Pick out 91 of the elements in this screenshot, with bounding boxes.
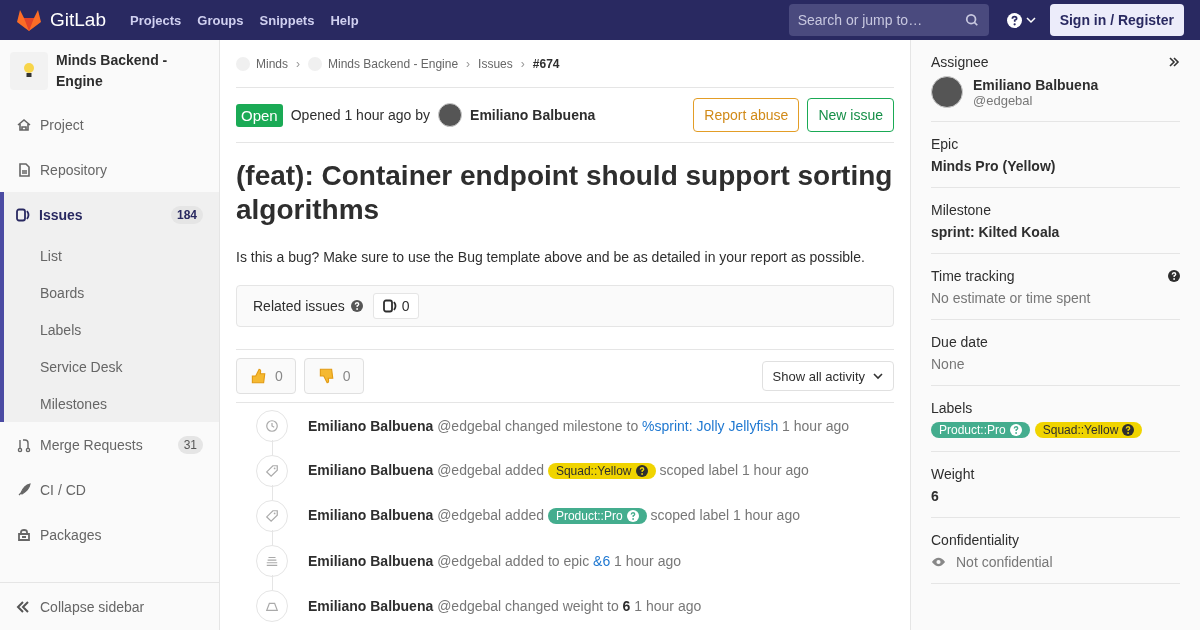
breadcrumb-separator: › xyxy=(296,56,300,71)
block-title: Assignee xyxy=(931,54,989,70)
project-name[interactable]: Minds Backend - Engine xyxy=(56,50,209,92)
block-value: sprint: Kilted Koala xyxy=(931,224,1061,240)
lightbulb-avatar-icon xyxy=(10,52,48,90)
status-badge: Open xyxy=(236,103,283,127)
block-title: Due date xyxy=(931,334,988,350)
block-value: Not confidential xyxy=(956,554,1053,570)
scoped-label[interactable]: Squad::Yellow xyxy=(547,463,656,479)
tag-icon xyxy=(256,499,288,532)
breadcrumb-link[interactable]: Minds Backend - Engine xyxy=(328,56,459,71)
nav-link[interactable]: Help xyxy=(330,12,359,28)
caret-icon xyxy=(873,372,883,380)
block-title: Confidentiality xyxy=(931,532,1019,548)
doc-icon xyxy=(16,161,32,178)
breadcrumb-link[interactable]: Minds xyxy=(256,56,288,71)
activity-link[interactable]: %sprint: Jolly Jellyfish xyxy=(642,417,779,434)
sidebar-subitem[interactable]: Service Desk xyxy=(4,348,219,385)
block-value: Minds Pro (Yellow) xyxy=(931,158,1057,174)
sidebar-item[interactable]: Merge Requests 31 xyxy=(0,422,219,467)
breadcrumb-current[interactable]: #674 xyxy=(532,56,560,71)
package-icon xyxy=(16,526,32,543)
block-title: Weight xyxy=(931,466,975,482)
home-icon xyxy=(16,116,32,133)
activity-note: Emiliano Balbuena @edgebal changed milestone to %sprint: Jolly Jellyfish 1 hour ago xyxy=(308,417,850,434)
activity-note: Emiliano Balbuena @edgebal changed weight to 6 1 hour ago xyxy=(308,597,702,614)
breadcrumb-link[interactable]: Issues xyxy=(478,56,513,71)
block-value: No estimate or time spent xyxy=(931,290,1092,306)
fox-logo-icon[interactable] xyxy=(16,8,42,32)
issue-description: Is this a bug? Make sure to use the Bug template above and be as detailed in your report as possible. xyxy=(236,249,866,265)
epic-icon xyxy=(256,544,288,577)
action-button[interactable]: New issue xyxy=(807,98,894,132)
scoped-label[interactable]: Squad::Yellow xyxy=(1034,422,1143,438)
sidebar-item[interactable]: CI / CD xyxy=(0,467,219,512)
sidebar-subitem[interactable]: Milestones xyxy=(4,385,219,422)
assignee-handle: @edgebal xyxy=(973,92,1034,108)
tag-icon xyxy=(256,454,288,487)
activity-note: Emiliano Balbuena @edgebal added Product::Pro scoped label 1 hour ago xyxy=(308,507,800,524)
help-icon[interactable] xyxy=(1122,424,1135,436)
sidebar-item[interactable]: Issues 184 xyxy=(4,192,219,237)
activity-note: Emiliano Balbuena @edgebal added to epic &6 1 hour ago xyxy=(308,552,681,569)
sidebar-item[interactable]: Project xyxy=(0,102,219,147)
clock-icon xyxy=(256,409,288,442)
eye-icon xyxy=(931,556,946,568)
sidebar-item[interactable]: Repository xyxy=(0,147,219,192)
sign-in-button[interactable]: Sign in / Register xyxy=(1049,4,1184,36)
related-count[interactable]: 0 xyxy=(372,293,419,319)
thumbs-up-icon xyxy=(249,367,267,385)
nav-link[interactable]: Snippets xyxy=(259,12,315,28)
sidebar-item[interactable]: Packages xyxy=(0,512,219,557)
expand-icon[interactable] xyxy=(1168,56,1180,68)
breadcrumb-separator: › xyxy=(466,56,471,71)
issue-title: (feat): Container endpoint should support sorting algorithms xyxy=(236,159,894,227)
block-title: Time tracking xyxy=(931,268,1015,284)
nav-link[interactable]: Projects xyxy=(130,12,182,28)
opened-text: Opened 1 hour ago by xyxy=(290,107,431,123)
block-value: 6 xyxy=(931,488,940,504)
avatar-icon xyxy=(931,76,963,108)
merge-icon xyxy=(16,436,32,453)
block-title: Epic xyxy=(931,136,959,152)
activity-note: Emiliano Balbuena @edgebal added Squad::Yellow scoped label 1 hour ago xyxy=(308,462,809,479)
brand-name[interactable]: GitLab xyxy=(50,9,106,31)
reaction-button[interactable]: 0 xyxy=(236,358,296,394)
sidebar-subitem[interactable]: Labels xyxy=(4,311,219,348)
block-title: Milestone xyxy=(931,202,991,218)
reaction-button[interactable]: 0 xyxy=(303,358,364,394)
count-badge: 184 xyxy=(170,205,203,224)
assignee-name[interactable]: Emiliano Balbuena xyxy=(973,76,1099,93)
help-icon[interactable] xyxy=(1168,270,1180,282)
help-icon[interactable] xyxy=(350,300,363,312)
activity-filter-dropdown[interactable]: Show all activity xyxy=(761,361,894,391)
help-icon[interactable] xyxy=(635,465,648,477)
double-chevron-icon xyxy=(16,599,30,614)
activity-link[interactable]: &6 xyxy=(593,552,611,569)
nav-link[interactable]: Groups xyxy=(197,12,244,28)
caret-icon[interactable] xyxy=(1025,16,1036,24)
weight-icon xyxy=(256,589,288,622)
search-field[interactable]: Search or jump to… xyxy=(788,4,989,36)
count-badge: 31 xyxy=(177,435,203,454)
search-icon xyxy=(964,13,979,27)
issues-icon xyxy=(381,298,398,314)
block-value: None xyxy=(931,356,966,372)
author-link[interactable]: Emiliano Balbuena xyxy=(470,107,596,123)
avatar-icon xyxy=(438,103,463,127)
related-issues-label: Related issues xyxy=(253,298,345,314)
help-icon[interactable] xyxy=(1006,12,1022,28)
sidebar-subitem[interactable]: Boards xyxy=(4,274,219,311)
issues-icon xyxy=(15,206,31,223)
block-title: Labels xyxy=(931,400,973,416)
breadcrumb-separator: › xyxy=(520,56,525,71)
sidebar-subitem[interactable]: List xyxy=(4,237,219,274)
